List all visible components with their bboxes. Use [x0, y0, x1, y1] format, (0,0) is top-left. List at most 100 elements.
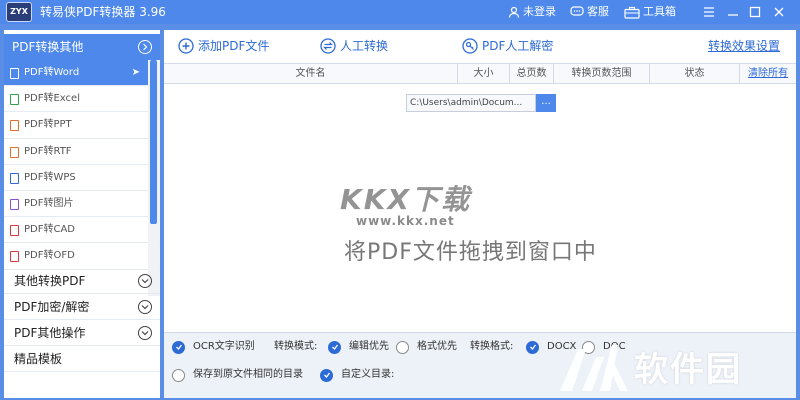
radio-empty-icon	[172, 368, 185, 382]
column-header-filename: 文件名	[164, 64, 458, 84]
sidebar-scroll-thumb[interactable]	[150, 60, 157, 224]
save-same-dir-radio[interactable]: 保存到原文件相同的目录	[172, 367, 303, 383]
sidebar-item-pdf-to-excel[interactable]: PDF转Excel	[4, 86, 148, 113]
word-file-icon	[10, 68, 19, 79]
toolbox-button[interactable]: 工具箱	[624, 3, 676, 21]
cad-file-icon	[10, 225, 19, 237]
play-arrow-icon: ➤	[131, 67, 140, 78]
menu-icon	[704, 7, 714, 17]
excel-file-icon	[10, 94, 19, 106]
sidebar: PDF转换其他 PDF转Word ➤ PDF转Excel PDF转PPT PDF…	[4, 30, 160, 398]
close-button[interactable]	[768, 2, 790, 22]
conversion-format-label: 转换格式:	[470, 341, 514, 352]
check-icon	[328, 340, 341, 354]
sidebar-item-label: PDF转Word	[24, 67, 80, 78]
check-icon	[172, 340, 185, 354]
sidebar-item-label: PDF转CAD	[24, 224, 76, 236]
sidebar-item-pdf-to-ofd[interactable]: PDF转OFD	[4, 243, 148, 270]
key-icon	[462, 38, 478, 54]
ofd-file-icon	[10, 251, 19, 263]
app-title: 转易侠PDF转换器 3.96	[40, 5, 166, 19]
sidebar-item-pdf-to-image[interactable]: PDF转图片	[4, 191, 148, 218]
add-pdf-file-label: 添加PDF文件	[198, 39, 270, 53]
maximize-icon	[749, 6, 761, 18]
convert-list: PDF转Word ➤ PDF转Excel PDF转PPT PDF转RTF PDF…	[4, 60, 148, 296]
sidebar-item-pdf-to-word[interactable]: PDF转Word ➤	[4, 60, 148, 87]
mode-format-label: 格式优先	[417, 341, 457, 352]
column-header-page-range: 转换页数范围	[554, 64, 650, 84]
check-icon	[320, 368, 333, 382]
title-bar: ZYX 转易侠PDF转换器 3.96 未登录 客服 工具箱	[0, 0, 800, 24]
ocr-checkbox[interactable]: OCR文字识别	[172, 339, 255, 355]
file-drop-area[interactable]: 将PDF文件拖拽到窗口中	[164, 84, 796, 332]
plus-circle-icon	[178, 38, 194, 54]
sidebar-item-label: PDF转RTF	[24, 145, 72, 157]
maximize-button[interactable]	[744, 2, 766, 22]
chevron-down-circle-icon	[138, 300, 152, 314]
sidebar-item-label: PDF转WPS	[24, 171, 76, 183]
sidebar-item-label: PDF转OFD	[24, 250, 75, 262]
conversion-mode-label: 转换模式:	[274, 341, 318, 352]
close-icon	[774, 7, 784, 17]
image-file-icon	[10, 198, 19, 210]
sidebar-item-label: PDF转PPT	[24, 119, 72, 131]
people-logo-icon	[560, 345, 628, 391]
category-pdf-convert-other[interactable]: PDF转换其他	[4, 34, 160, 60]
app-logo-icon: ZYX	[6, 2, 32, 22]
sidebar-item-label: PDF转Excel	[24, 93, 80, 105]
pdf-manual-decrypt-label: PDF人工解密	[482, 39, 554, 53]
login-label: 未登录	[523, 5, 556, 18]
menu-button[interactable]	[698, 2, 720, 22]
custom-dir-radio[interactable]: 自定义目录:	[320, 367, 394, 383]
sidebar-item-pdf-to-rtf[interactable]: PDF转RTF	[4, 139, 148, 165]
output-path-input[interactable]: C:\Users\admin\Docum...	[406, 94, 536, 112]
minimize-icon	[728, 14, 738, 16]
browse-button[interactable]: ...	[536, 94, 556, 112]
mode-edit-priority-radio[interactable]: 编辑优先	[328, 339, 389, 355]
login-button[interactable]: 未登录	[508, 3, 556, 21]
mode-format-priority-radio[interactable]: 格式优先	[396, 339, 457, 355]
center-watermark: KKX下载	[340, 183, 471, 216]
category-label: PDF加密/解密	[14, 300, 90, 314]
mode-edit-label: 编辑优先	[349, 341, 389, 352]
category-label: 其他转换PDF	[14, 274, 86, 288]
category-label: 精品模板	[14, 352, 63, 366]
chat-icon	[570, 6, 584, 16]
clear-all-link[interactable]: 清除所有	[740, 64, 796, 84]
chevron-down-circle-icon	[138, 326, 152, 340]
customer-service-button[interactable]: 客服	[570, 3, 609, 21]
wps-file-icon	[10, 172, 19, 184]
category-other-to-pdf[interactable]: 其他转换PDF	[4, 268, 160, 294]
sidebar-item-pdf-to-cad[interactable]: PDF转CAD	[4, 217, 148, 244]
category-premium-templates[interactable]: 精品模板	[4, 346, 160, 372]
minimize-button[interactable]	[722, 2, 744, 22]
corner-watermark-text: 软件园	[634, 349, 742, 390]
manual-convert-button[interactable]: 人工转换	[320, 37, 388, 55]
sidebar-item-pdf-to-ppt[interactable]: PDF转PPT	[4, 112, 148, 139]
check-icon	[526, 340, 539, 354]
chevron-down-circle-icon	[138, 274, 152, 288]
column-header-status: 状态	[650, 64, 740, 84]
toolbox-icon	[624, 6, 640, 19]
swap-icon	[320, 38, 336, 54]
save-same-dir-label: 保存到原文件相同的目录	[193, 369, 303, 380]
category-label: PDF转换其他	[12, 40, 84, 54]
rtf-file-icon	[10, 146, 19, 158]
drop-hint: 将PDF文件拖拽到窗口中	[344, 240, 597, 265]
column-header-size: 大小	[458, 64, 510, 84]
category-pdf-other-operations[interactable]: PDF其他操作	[4, 320, 160, 346]
category-pdf-encrypt-decrypt[interactable]: PDF加密/解密	[4, 294, 160, 320]
corner-watermark: 软件园	[556, 338, 742, 394]
sidebar-item-pdf-to-wps[interactable]: PDF转WPS	[4, 165, 148, 191]
service-label: 客服	[587, 5, 609, 18]
toolbox-label: 工具箱	[643, 5, 676, 18]
custom-dir-label: 自定义目录:	[341, 369, 395, 380]
add-pdf-file-button[interactable]: 添加PDF文件	[178, 37, 269, 55]
center-watermark-url: www.kkx.net	[356, 214, 455, 228]
column-header-total-pages: 总页数	[510, 64, 554, 84]
ppt-file-icon	[10, 120, 19, 132]
pdf-manual-decrypt-button[interactable]: PDF人工解密	[462, 37, 553, 55]
sidebar-item-label: PDF转图片	[24, 197, 74, 209]
conversion-settings-link[interactable]: 转换效果设置	[708, 37, 780, 55]
radio-empty-icon	[396, 340, 409, 354]
